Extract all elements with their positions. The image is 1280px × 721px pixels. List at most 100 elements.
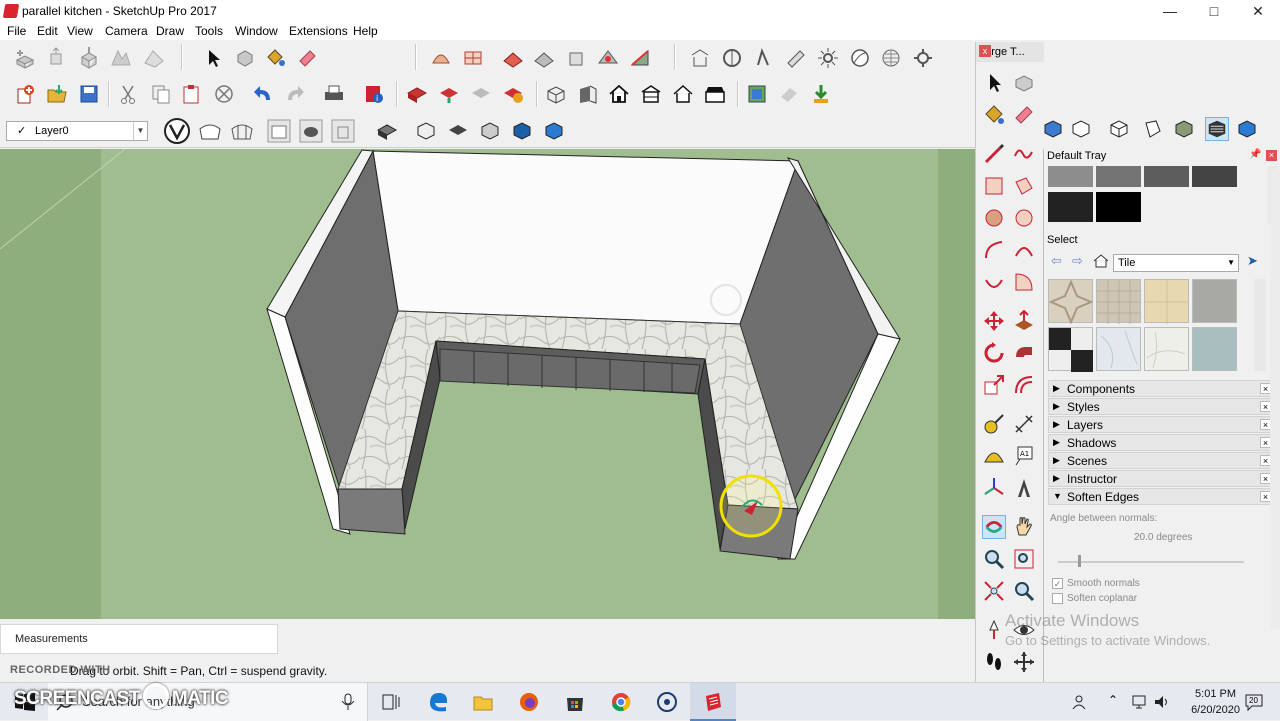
expand-triangle-icon[interactable]: ▶: [1053, 455, 1060, 466]
minimize-button[interactable]: —: [1148, 1, 1192, 21]
arc-icon[interactable]: [982, 238, 1006, 262]
toggle-terrain-icon[interactable]: [778, 83, 800, 105]
view-iso-icon[interactable]: [415, 120, 437, 142]
insert-component-icon[interactable]: [78, 47, 100, 69]
share-model-icon[interactable]: [438, 83, 460, 105]
material-thumbnail[interactable]: [1048, 279, 1094, 325]
push-pull-icon[interactable]: [1012, 309, 1036, 333]
back-arrow-icon[interactable]: ⇦: [1051, 253, 1062, 269]
look-around-icon[interactable]: [721, 47, 743, 69]
print-icon[interactable]: [323, 83, 345, 105]
erase-selection-icon[interactable]: [213, 83, 235, 105]
network-icon[interactable]: [1130, 694, 1148, 710]
sun-icon[interactable]: [817, 47, 839, 69]
position-camera-icon[interactable]: [982, 618, 1006, 642]
zoom-icon[interactable]: [982, 547, 1006, 571]
text-tool-icon[interactable]: A1: [1012, 444, 1036, 468]
collapse-triangle-icon[interactable]: ▼: [1053, 491, 1062, 501]
panel-styles[interactable]: ▶ Styles ×: [1048, 398, 1274, 415]
material-thumbnail[interactable]: [1144, 327, 1189, 371]
view-front-icon[interactable]: [479, 120, 501, 142]
line-tool-icon[interactable]: [982, 142, 1006, 166]
menu-extensions[interactable]: Extensions: [289, 24, 348, 38]
expand-triangle-icon[interactable]: ▶: [1053, 383, 1060, 394]
close-icon[interactable]: ×: [1266, 150, 1277, 161]
color-swatch[interactable]: [1096, 192, 1141, 222]
details-arrow-icon[interactable]: ➤: [1247, 253, 1258, 269]
zoom-window-icon[interactable]: [1012, 547, 1036, 571]
material-thumbnail[interactable]: [1096, 279, 1141, 324]
color-swatch[interactable]: [1192, 166, 1237, 187]
home-icon[interactable]: [1093, 253, 1109, 269]
eraser-icon[interactable]: [296, 47, 318, 69]
chevron-down-icon[interactable]: ▼: [133, 122, 147, 140]
save-icon[interactable]: [78, 83, 100, 105]
menu-window[interactable]: Window: [235, 24, 278, 38]
stamp-icon[interactable]: [533, 47, 555, 69]
menu-edit[interactable]: Edit: [37, 24, 58, 38]
store-icon[interactable]: [564, 691, 586, 713]
section-plane-icon[interactable]: [784, 47, 806, 69]
left-view-icon[interactable]: [704, 83, 726, 105]
color-swatch[interactable]: [1048, 166, 1093, 187]
menu-camera[interactable]: Camera: [105, 24, 148, 38]
previous-view-icon[interactable]: [1012, 579, 1036, 603]
wireframe-icon[interactable]: [228, 117, 256, 145]
material-thumbnail[interactable]: [1048, 327, 1093, 372]
circle-tool-icon[interactable]: [982, 206, 1006, 230]
position-camera-icon[interactable]: [689, 47, 711, 69]
model-info-icon[interactable]: i: [363, 83, 385, 105]
move-tool-icon[interactable]: [982, 309, 1006, 333]
drape-icon[interactable]: [565, 47, 587, 69]
color-swatch[interactable]: [1048, 192, 1093, 222]
smooth-normals-checkbox[interactable]: ✓: [1052, 578, 1063, 589]
back-view-icon[interactable]: [672, 83, 694, 105]
shadows-icon[interactable]: [849, 47, 871, 69]
sandbox-icon[interactable]: [110, 47, 132, 69]
view-top-icon[interactable]: [447, 120, 469, 142]
sketchup-taskbar-button[interactable]: [690, 683, 736, 721]
new-file-icon[interactable]: [14, 83, 36, 105]
panel-soften-edges[interactable]: ▼ Soften Edges ×: [1048, 488, 1274, 505]
sandbox-from-scratch-icon[interactable]: [462, 47, 484, 69]
forward-arrow-icon[interactable]: ⇨: [1072, 253, 1083, 269]
view-bottom-icon[interactable]: [1237, 119, 1257, 139]
open-folder-icon[interactable]: [46, 83, 68, 105]
view-right-icon[interactable]: [1142, 119, 1162, 139]
system-clock[interactable]: 5:01 PM 6/20/2020: [1191, 686, 1240, 718]
component-icon[interactable]: [234, 47, 256, 69]
eraser-icon[interactable]: [1012, 103, 1036, 127]
panel-shadows[interactable]: ▶ Shadows ×: [1048, 434, 1274, 451]
pan-hand-icon[interactable]: [1012, 515, 1036, 539]
copy-icon[interactable]: [150, 83, 172, 105]
show-hidden-icons-chevron-icon[interactable]: ⌃: [1108, 693, 1118, 707]
iso-view-icon[interactable]: [545, 83, 567, 105]
materials-scrollbar[interactable]: [1254, 279, 1266, 371]
tape-measure-icon[interactable]: [982, 412, 1006, 436]
extension-warehouse-icon[interactable]: [502, 83, 524, 105]
axes-icon[interactable]: [982, 476, 1006, 500]
sandbox-from-contours-icon[interactable]: [430, 47, 452, 69]
color-swatch[interactable]: [1096, 166, 1141, 187]
firefox-icon[interactable]: [518, 691, 540, 713]
volume-icon[interactable]: [1153, 694, 1171, 710]
screencast-recorder-icon[interactable]: [656, 691, 678, 713]
maximize-button[interactable]: □: [1192, 1, 1236, 21]
close-button[interactable]: ✕: [1236, 1, 1280, 21]
paste-icon[interactable]: [180, 83, 202, 105]
view-top-icon[interactable]: [1071, 119, 1091, 139]
material-thumbnail[interactable]: [1144, 279, 1189, 324]
two-point-arc-icon[interactable]: [1012, 238, 1036, 262]
sandbox-scrape-icon[interactable]: [143, 47, 165, 69]
measurements-box[interactable]: Measurements: [0, 624, 278, 654]
monochrome-icon[interactable]: [376, 120, 398, 142]
material-thumbnail[interactable]: [1192, 327, 1237, 371]
shaded-with-textures-icon[interactable]: [330, 118, 356, 144]
material-thumbnail[interactable]: [1096, 327, 1141, 371]
freehand-icon[interactable]: [1012, 142, 1036, 166]
panel-layers[interactable]: ▶ Layers ×: [1048, 416, 1274, 433]
tray-scrollbar[interactable]: [1270, 169, 1280, 629]
orbit-icon[interactable]: [982, 515, 1006, 539]
rotate-tool-icon[interactable]: [982, 341, 1006, 365]
panel-components[interactable]: ▶ Components ×: [1048, 380, 1274, 397]
